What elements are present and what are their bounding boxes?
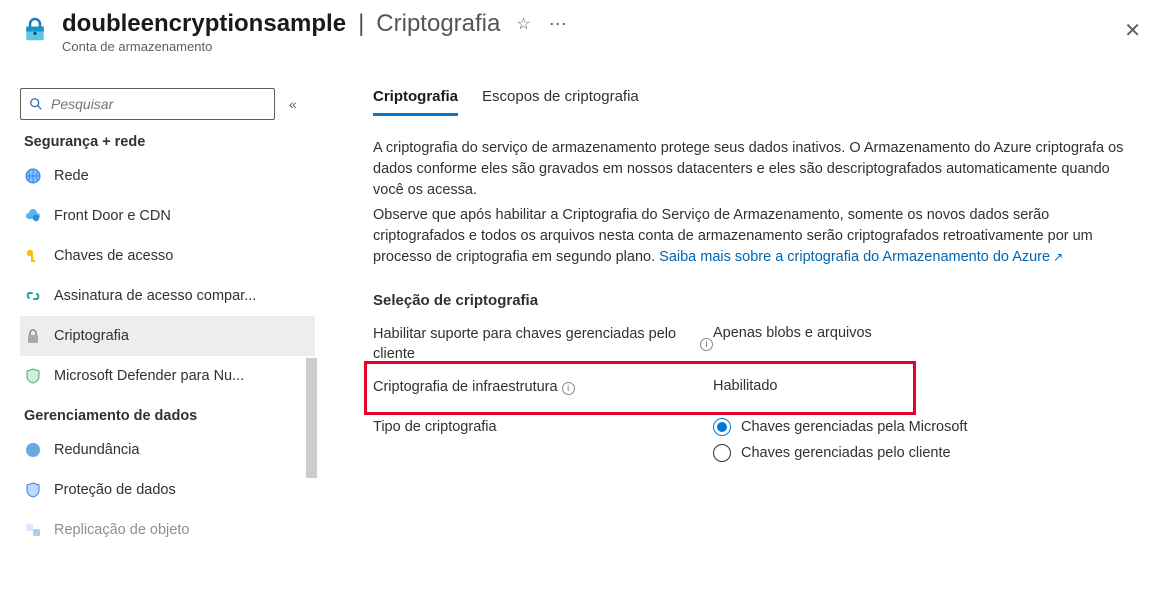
more-menu-icon[interactable]: ⋯ (549, 14, 568, 35)
title-separator: | (358, 10, 364, 38)
cmk-support-value: Apenas blobs e arquivos (713, 325, 872, 341)
lock-icon (20, 14, 50, 44)
sidebar-item-data-protection[interactable]: Proteção de dados (20, 470, 315, 510)
main-content: Criptografia Escopos de criptografia A c… (315, 78, 1167, 595)
replication-icon (24, 521, 42, 539)
radio-icon (713, 444, 731, 462)
key-icon (24, 247, 42, 265)
sidebar-item-label: Front Door e CDN (54, 208, 171, 224)
learn-more-link[interactable]: Saiba mais sobre a criptografia do Armaz… (659, 249, 1063, 265)
external-link-icon: ↗ (1053, 250, 1063, 264)
encryption-type-label: Tipo de criptografia (373, 418, 497, 438)
sidebar-item-redundancy[interactable]: Redundância (20, 430, 315, 470)
sidebar-item-label: Rede (54, 168, 89, 184)
blade-title: Criptografia (376, 10, 500, 38)
sidebar-item-access-keys[interactable]: Chaves de acesso (20, 236, 315, 276)
search-icon (29, 97, 43, 111)
learn-more-link-text: Saiba mais sobre a criptografia do Armaz… (659, 249, 1050, 265)
radio-microsoft-managed[interactable]: Chaves gerenciadas pela Microsoft (713, 418, 967, 436)
lock-small-icon (24, 327, 42, 345)
link-icon (24, 287, 42, 305)
globe-icon (24, 167, 42, 185)
sidebar-item-label: Chaves de acesso (54, 248, 173, 264)
sidebar-section-security: Segurança + rede (24, 134, 315, 150)
resource-type-label: Conta de armazenamento (62, 39, 568, 54)
tab-encryption[interactable]: Criptografia (373, 88, 458, 116)
radio-label: Chaves gerenciadas pela Microsoft (741, 419, 967, 435)
sidebar-item-defender[interactable]: Microsoft Defender para Nu... (20, 356, 315, 396)
sidebar-item-frontdoor[interactable]: Front Door e CDN (20, 196, 315, 236)
sidebar-item-label: Replicação de objeto (54, 522, 189, 538)
favorite-star-icon[interactable]: ☆ (516, 14, 530, 34)
blade-header: doubleencryptionsample | Criptografia ☆ … (0, 0, 1167, 54)
shield-blue-icon (24, 481, 42, 499)
tab-encryption-scopes[interactable]: Escopos de criptografia (482, 88, 639, 116)
radio-icon (713, 418, 731, 436)
row-cmk-support: Habilitar suporte para chaves gerenciada… (373, 325, 1137, 364)
intro-paragraph-1: A criptografia do serviço de armazenamen… (373, 138, 1133, 201)
sidebar-item-label: Redundância (54, 442, 139, 458)
intro-paragraph-2: Observe que após habilitar a Criptografi… (373, 205, 1133, 268)
cmk-support-label: Habilitar suporte para chaves gerenciada… (373, 325, 696, 364)
sidebar-item-label: Assinatura de acesso compar... (54, 288, 256, 304)
sidebar-scrollbar[interactable] (306, 130, 317, 420)
sidebar-item-encryption[interactable]: Criptografia (20, 316, 315, 356)
sidebar-item-object-replication[interactable]: Replicação de objeto (20, 510, 315, 550)
sidebar-section-data: Gerenciamento de dados (24, 408, 315, 424)
sidebar: « Segurança + rede Rede Front Door e CDN (0, 78, 315, 595)
sidebar-scrollbar-thumb[interactable] (306, 358, 317, 478)
sidebar-search-box[interactable] (20, 88, 275, 120)
cloud-icon (24, 207, 42, 225)
infra-encryption-value: Habilitado (713, 378, 778, 394)
page-root: doubleencryptionsample | Criptografia ☆ … (0, 0, 1167, 595)
encryption-type-radio-group: Chaves gerenciadas pela Microsoft Chaves… (713, 418, 967, 462)
radio-label: Chaves gerenciadas pelo cliente (741, 445, 951, 461)
row-infrastructure-encryption: Criptografia de infraestrutura i Habilit… (373, 378, 1137, 398)
collapse-sidebar-icon[interactable]: « (289, 96, 297, 112)
sidebar-item-sas[interactable]: Assinatura de acesso compar... (20, 276, 315, 316)
sidebar-item-label: Criptografia (54, 328, 129, 344)
globe-solid-icon (24, 441, 42, 459)
resource-name: doubleencryptionsample (62, 10, 346, 38)
radio-customer-managed[interactable]: Chaves gerenciadas pelo cliente (713, 444, 967, 462)
shield-icon (24, 367, 42, 385)
info-icon[interactable]: i (562, 382, 575, 395)
search-input[interactable] (49, 95, 266, 113)
sidebar-item-label: Microsoft Defender para Nu... (54, 368, 244, 384)
infra-encryption-label: Criptografia de infraestrutura (373, 378, 558, 398)
row-encryption-type: Tipo de criptografia Chaves gerenciadas … (373, 418, 1137, 462)
sidebar-item-label: Proteção de dados (54, 482, 176, 498)
close-icon[interactable]: ✕ (1124, 18, 1141, 43)
sidebar-item-network[interactable]: Rede (20, 156, 315, 196)
info-icon[interactable]: i (700, 338, 713, 351)
encryption-selection-heading: Seleção de criptografia (373, 292, 1137, 309)
tab-bar: Criptografia Escopos de criptografia (373, 88, 1137, 116)
